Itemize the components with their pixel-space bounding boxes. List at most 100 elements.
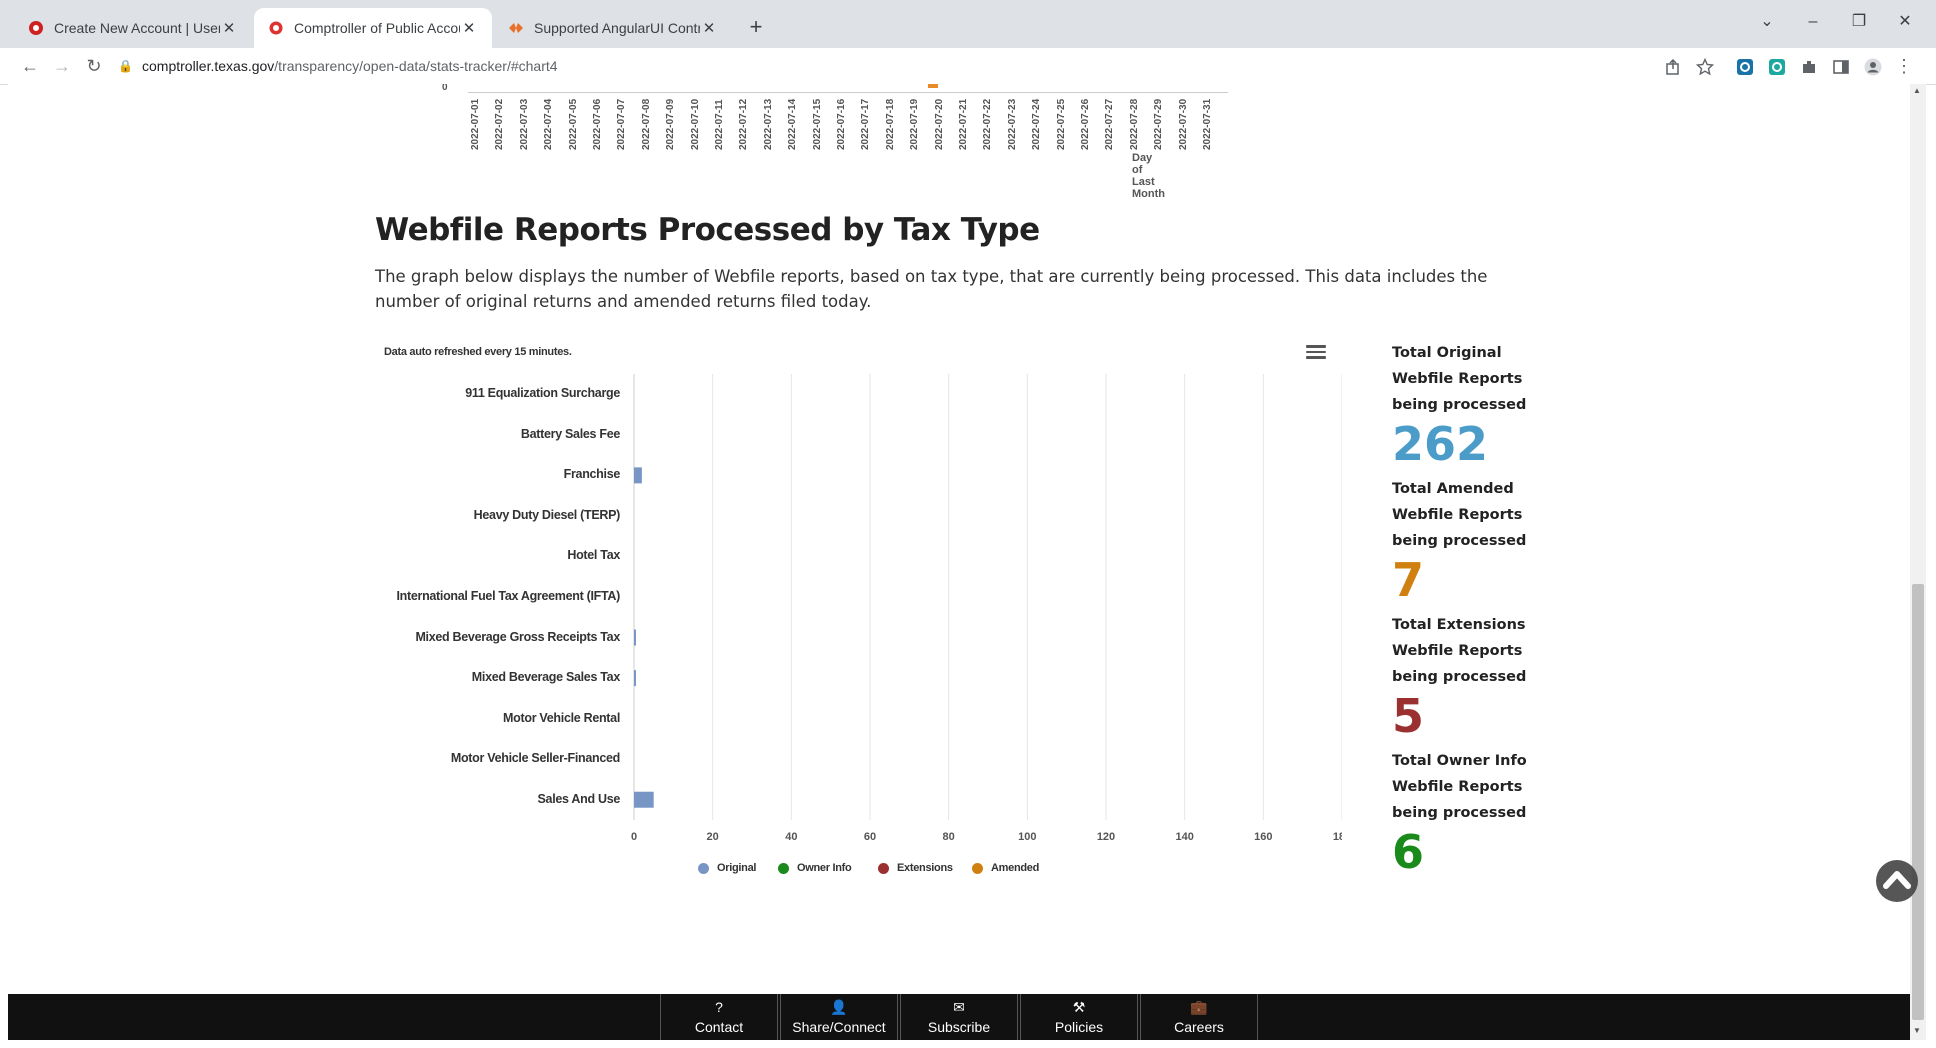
footer-policies-button[interactable]: ⚒ Policies (1020, 994, 1138, 1040)
browser-menu-icon[interactable]: ⋮ (1894, 52, 1914, 80)
stat-label: Total Owner Info (1392, 753, 1527, 769)
close-tab-icon[interactable]: ✕ (460, 19, 478, 37)
legend-marker (972, 862, 983, 874)
stat-label: Webfile Reports (1392, 507, 1523, 523)
date-tick-label: 2022-07-29 (1153, 98, 1165, 150)
back-arrow-icon[interactable]: ← (16, 52, 44, 80)
stat-block: Total Original Webfile Reports being proce… (1392, 340, 1552, 470)
gavel-icon: ⚒ (1072, 999, 1086, 1015)
bar-chart-svg: 0 20 40 60 80 100 120 140 160 180 (631, 374, 1342, 843)
x-axis-line (468, 92, 1228, 93)
date-tick-label: 2022-07-25 (1055, 98, 1067, 150)
category-label: Mixed Beverage Gross Receipts Tax (415, 629, 620, 644)
date-tick-label: 2022-07-15 (811, 98, 823, 150)
tab-comptroller[interactable]: Comptroller of Public Accounts W… ✕ (254, 8, 492, 48)
legend-label: Extensions (897, 862, 953, 874)
x-tick-label: 0 (631, 831, 637, 843)
close-tab-icon[interactable]: ✕ (700, 19, 718, 37)
stat-block: Total Owner Info Webfile Reports being pro… (1392, 748, 1552, 878)
tab-create-account[interactable]: Create New Account | User Inform… ✕ (14, 8, 252, 48)
angularui-favicon-icon (509, 23, 523, 33)
stat-value: 6 (1392, 825, 1425, 879)
x-tick-label: 80 (943, 831, 955, 843)
legend-label: Amended (991, 862, 1040, 874)
bar-original[interactable] (634, 670, 636, 687)
puzzle-extensions-icon[interactable] (1800, 58, 1818, 76)
date-tick-label: 2022-07-21 (958, 98, 969, 150)
address-bar[interactable]: 🔒 comptroller.texas.gov/transparency/ope… (118, 52, 1728, 80)
extension-icon[interactable] (1768, 58, 1786, 76)
close-window-button[interactable]: ✕ (1882, 10, 1928, 34)
x-tick-label: 160 (1254, 831, 1272, 843)
restore-button[interactable]: ❐ (1836, 10, 1882, 34)
category-label: Sales And Use (537, 791, 621, 806)
scrollbar-thumb[interactable] (1912, 584, 1924, 1020)
minimize-button[interactable]: – (1790, 10, 1836, 34)
x-tick-label: 180 (1333, 831, 1342, 843)
category-label: Franchise (563, 467, 621, 482)
footer-label: Contact (694, 1019, 744, 1035)
stat-label: Total Amended (1392, 481, 1514, 497)
back-to-top-button[interactable] (1876, 860, 1918, 902)
date-tick-label: 2022-07-27 (1104, 98, 1116, 150)
envelope-icon: ✉ (953, 999, 965, 1015)
bar-original[interactable] (634, 467, 642, 484)
date-tick-label: 2022-07-17 (860, 98, 872, 150)
stat-label: being processed (1392, 533, 1527, 549)
scroll-down-arrow-icon[interactable]: ▼ (1913, 1026, 1921, 1035)
url-path: /transparency/open-data/stats-tracker/#c… (274, 58, 558, 74)
footer-careers-button[interactable]: 💼 Careers (1140, 994, 1258, 1040)
date-tick-label: 2022-07-02 (494, 98, 506, 150)
category-label: Motor Vehicle Rental (503, 710, 620, 725)
tab-angularui[interactable]: Supported AngularUI Controls | T… ✕ (494, 8, 732, 48)
legend-item[interactable]: Owner Info (778, 862, 852, 874)
share-icon[interactable] (1664, 58, 1682, 76)
side-panel-icon[interactable] (1832, 58, 1850, 76)
bookmark-star-icon[interactable] (1696, 58, 1714, 76)
date-tick-label: 2022-07-22 (982, 98, 994, 150)
lock-icon: 🔒 (118, 59, 133, 73)
footer-contact-button[interactable]: ? Contact (660, 994, 778, 1040)
category-label: Heavy Duty Diesel (TERP) (473, 507, 621, 522)
x-tick-label: 120 (1097, 831, 1115, 843)
footer-subscribe-button[interactable]: ✉ Subscribe (900, 994, 1018, 1040)
bar-original[interactable] (634, 791, 654, 808)
category-label: Motor Vehicle Seller-Financed (450, 751, 620, 766)
date-tick-label: 2022-07-24 (1031, 98, 1043, 150)
legend-item[interactable]: Extensions (878, 862, 953, 874)
url-host: comptroller.texas.gov (142, 58, 275, 74)
footer-label: Share/Connect (792, 1019, 886, 1035)
x-axis-title: Day of Last Month (1132, 152, 1165, 200)
small-bar (928, 84, 938, 88)
stat-label: Total Original (1392, 345, 1502, 361)
reload-icon[interactable]: ↻ (80, 52, 108, 80)
extension-icon[interactable] (1736, 58, 1754, 76)
legend-item[interactable]: Original (698, 862, 756, 874)
stat-label: Webfile Reports (1392, 371, 1523, 387)
date-tick-label: 2022-07-05 (567, 98, 579, 150)
legend-label: Original (717, 862, 757, 874)
x-tick-label: 40 (785, 831, 797, 843)
tab-search-icon[interactable]: ⌄ (1744, 10, 1790, 34)
profile-avatar-icon[interactable] (1864, 58, 1882, 76)
category-label: 911 Equalization Surcharge (465, 386, 620, 401)
comptroller-favicon-icon (29, 21, 43, 35)
date-tick-label: 2022-07-28 (1128, 98, 1140, 150)
scroll-up-arrow-icon[interactable]: ▲ (1913, 86, 1921, 95)
footer-share-connect-button[interactable]: 👤 Share/Connect (780, 994, 898, 1040)
stat-value: 262 (1392, 417, 1489, 471)
forward-arrow-icon[interactable]: → (48, 52, 76, 80)
stat-label: Webfile Reports (1392, 779, 1523, 795)
close-tab-icon[interactable]: ✕ (220, 19, 238, 37)
legend-item[interactable]: Amended (972, 862, 1039, 874)
new-tab-button[interactable]: + (741, 12, 771, 42)
stat-block: Total Amended Webfile Reports being proces… (1392, 476, 1552, 606)
user-icon: 👤 (830, 999, 848, 1015)
bar-original[interactable] (634, 629, 636, 646)
date-tick-label: 2022-07-23 (1006, 98, 1018, 150)
category-label: International Fuel Tax Agreement (IFTA) (396, 589, 620, 603)
date-tick-label: 2022-07-09 (665, 98, 677, 150)
date-tick-label: 2022-07-13 (762, 98, 774, 150)
browser-toolbar: ← → ↻ 🔒 comptroller.texas.gov/transparen… (0, 48, 1936, 85)
tax-type-bar-chart: Data auto refreshed every 15 minutes. 02… (372, 336, 1342, 896)
